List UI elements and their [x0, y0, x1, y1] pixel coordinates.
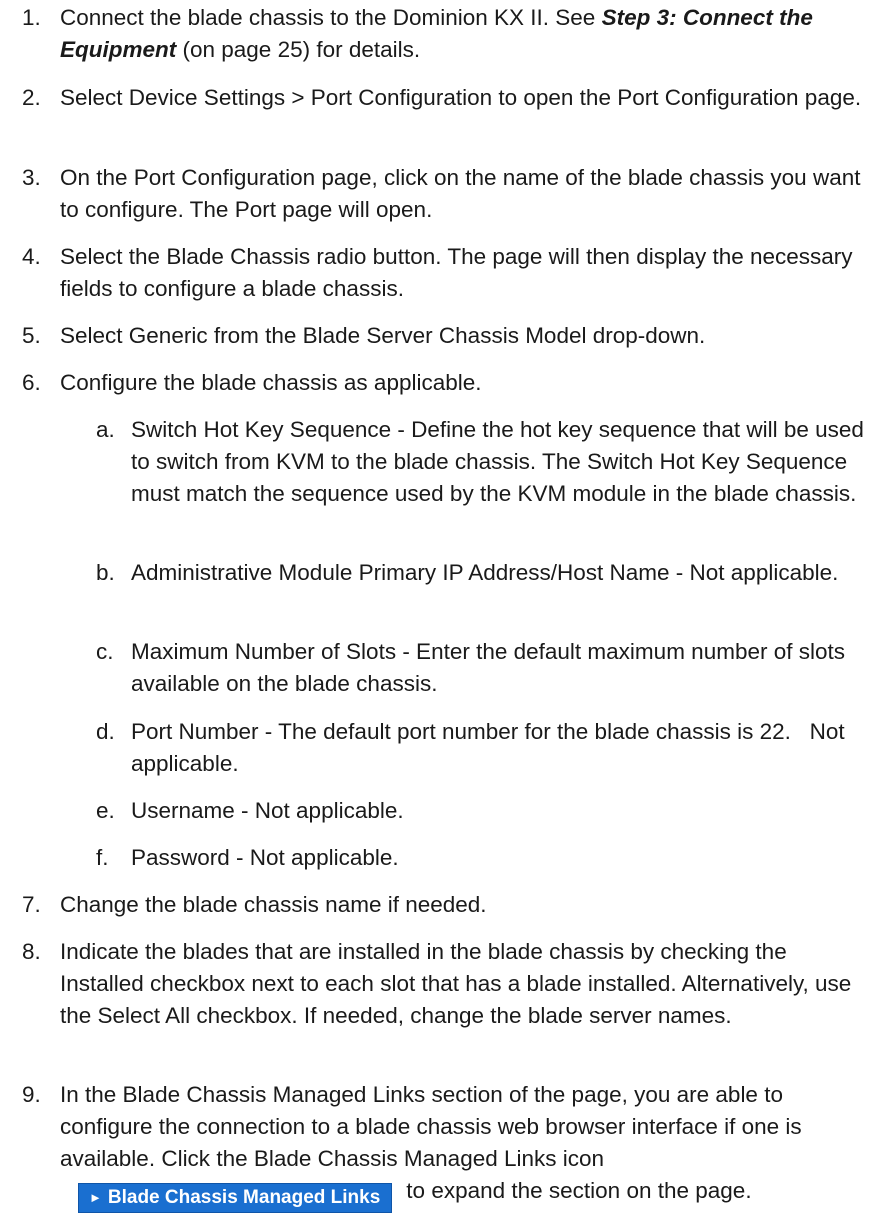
substep-letter: f. [96, 845, 109, 870]
step-1: 1. Connect the blade chassis to the Domi… [22, 2, 872, 66]
substep-f: f. Password - Not applicable. [96, 842, 876, 874]
substep-d: d. Port Number - The default port number… [96, 716, 876, 780]
document-page: 1. Connect the blade chassis to the Domi… [0, 0, 881, 1226]
step-text: Configure the blade chassis as applicabl… [60, 370, 482, 395]
step-number: 9. [22, 1082, 41, 1107]
substep-text: Port Number - The default port number fo… [131, 719, 851, 776]
step-text: On the Port Configuration page, click on… [60, 165, 861, 222]
substep-letter: b. [96, 560, 115, 585]
substep-b: b. Administrative Module Primary IP Addr… [96, 557, 876, 589]
triangle-right-icon: ► [89, 1190, 102, 1205]
step-number: 2. [22, 85, 41, 110]
substep-e: e. Username - Not applicable. [96, 795, 876, 827]
step-text: Change the blade chassis name if needed. [60, 892, 487, 917]
step-6: 6. Configure the blade chassis as applic… [22, 367, 872, 399]
step-number: 5. [22, 323, 41, 348]
step-number: 7. [22, 892, 41, 917]
step-text: Select Device Settings > Port Configurat… [60, 85, 862, 110]
substep-c: c. Maximum Number of Slots - Enter the d… [96, 636, 876, 700]
substep-text: Username - Not applicable. [131, 798, 404, 823]
substep-text: Password - Not applicable. [131, 845, 399, 870]
substep-letter: a. [96, 417, 115, 442]
substep-text: Administrative Module Primary IP Address… [131, 560, 839, 585]
step-8: 8. Indicate the blades that are installe… [22, 936, 872, 1032]
step-number: 6. [22, 370, 41, 395]
step-4: 4. Select the Blade Chassis radio button… [22, 241, 872, 305]
substep-text: Maximum Number of Slots - Enter the defa… [131, 639, 846, 696]
substep-letter: c. [96, 639, 114, 664]
substep-letter: d. [96, 719, 115, 744]
step-text: Select the Blade Chassis radio button. T… [60, 244, 853, 301]
step-text: Select Generic from the Blade Server Cha… [60, 323, 706, 348]
step-text: Indicate the blades that are installed i… [60, 939, 852, 1028]
blade-chassis-managed-links-button[interactable]: ► Blade Chassis Managed Links [78, 1183, 393, 1213]
step-number: 8. [22, 939, 41, 964]
step-text: Connect the blade chassis to the Dominio… [60, 5, 813, 62]
step-5: 5. Select Generic from the Blade Server … [22, 320, 872, 352]
step-number: 4. [22, 244, 41, 269]
substep-letter: e. [96, 798, 115, 823]
step-2: 2. Select Device Settings > Port Configu… [22, 82, 872, 114]
step-number: 1. [22, 5, 41, 30]
step-text: In the Blade Chassis Managed Links secti… [60, 1079, 872, 1213]
step-number: 3. [22, 165, 41, 190]
step-3: 3. On the Port Configuration page, click… [22, 162, 872, 226]
substep-a: a. Switch Hot Key Sequence - Define the … [96, 414, 876, 510]
step-9: 9. In the Blade Chassis Managed Links se… [22, 1079, 872, 1213]
step-7: 7. Change the blade chassis name if need… [22, 889, 872, 921]
substep-text: Switch Hot Key Sequence - Define the hot… [131, 417, 864, 506]
